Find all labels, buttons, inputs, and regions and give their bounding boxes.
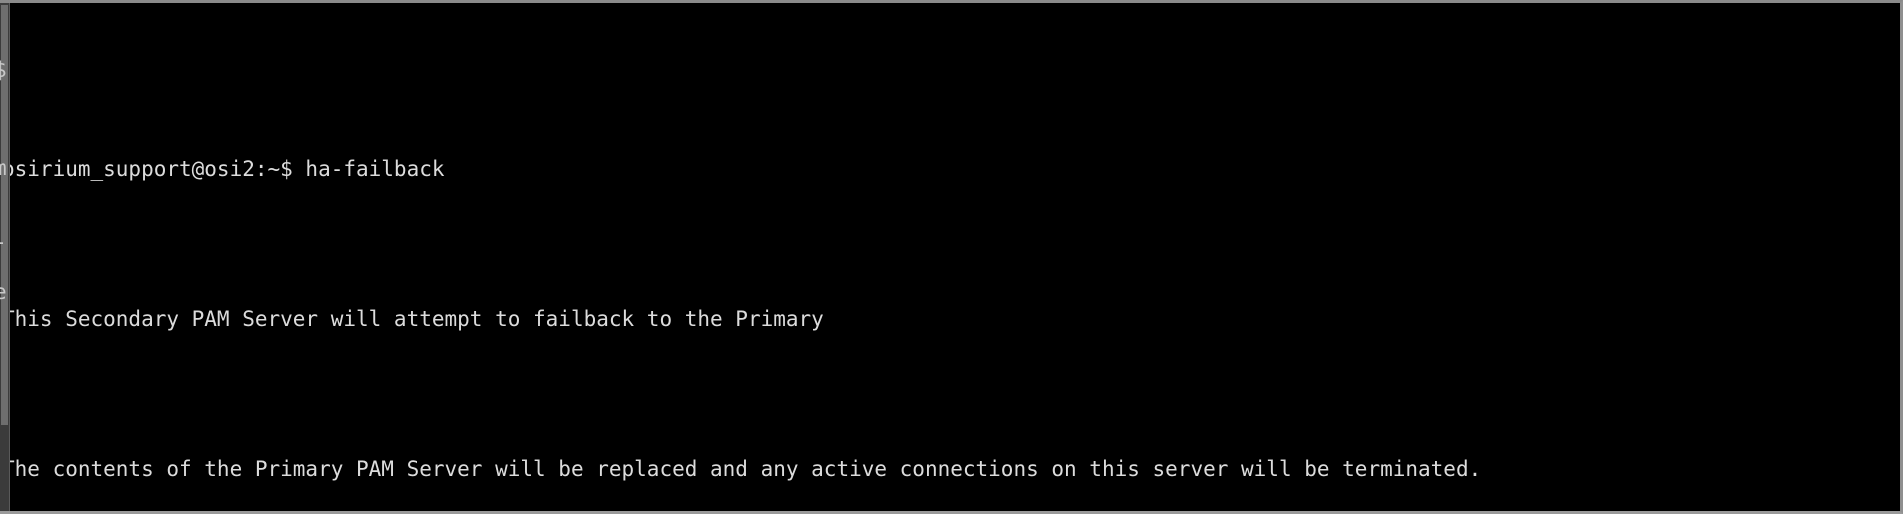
terminal-line-prompt: osirium_support@osi2:~$ ha-failback <box>2 157 445 181</box>
top-spacer <box>0 78 1900 82</box>
terminal-scrollbar[interactable] <box>0 3 10 511</box>
scrollbar-thumb[interactable] <box>1 5 8 425</box>
terminal-line-intro: This Secondary PAM Server will attempt t… <box>2 307 824 331</box>
terminal-screen[interactable]: osirium_support@osi2:~$ ha-failback This… <box>0 3 1900 511</box>
terminal-line-warning: The contents of the Primary PAM Server w… <box>2 457 1482 481</box>
terminal-window[interactable]: $ m - e osirium_support@osi2:~$ ha-failb… <box>0 0 1903 514</box>
